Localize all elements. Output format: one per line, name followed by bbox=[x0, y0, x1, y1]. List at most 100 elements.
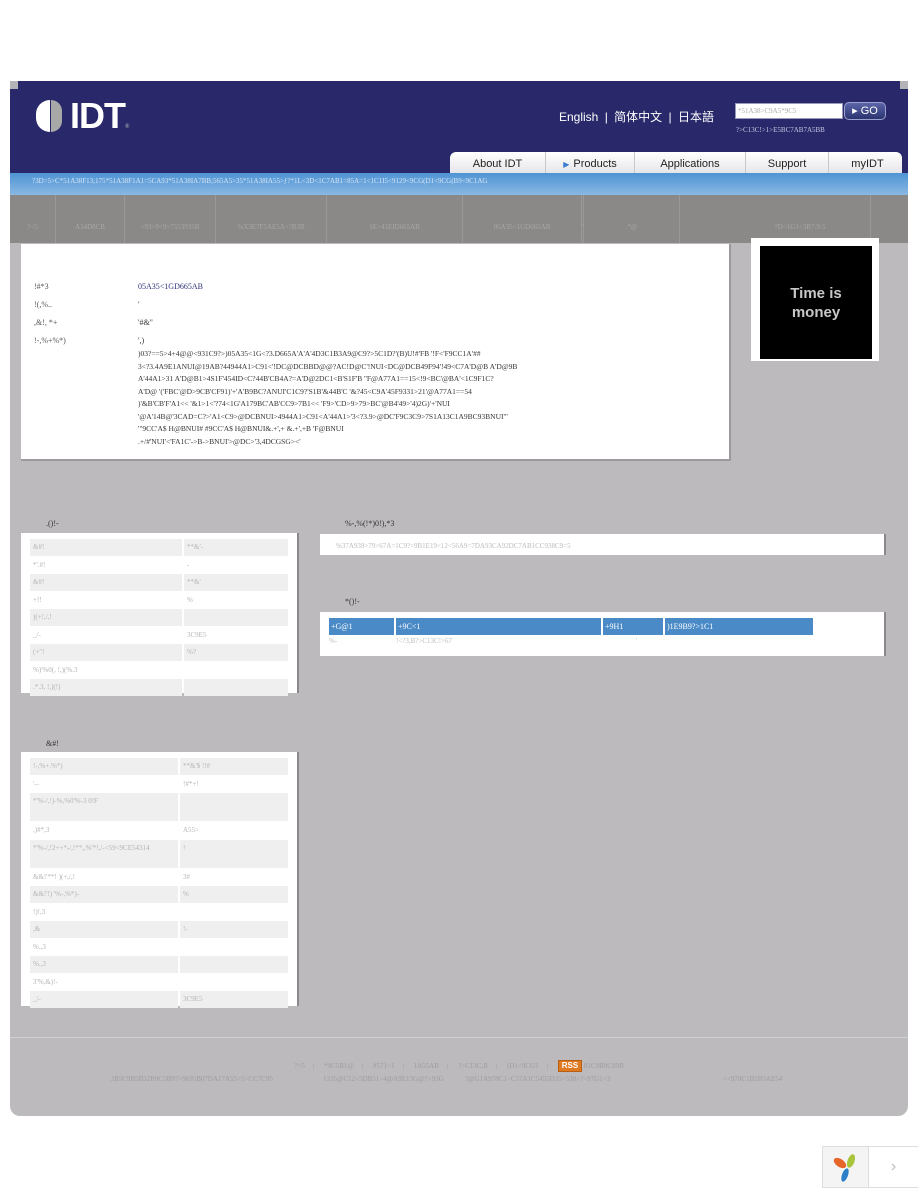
table-cell: ' bbox=[636, 637, 638, 645]
lang-japanese[interactable]: 日本語 bbox=[678, 110, 714, 124]
footer-link[interactable]: 1A55AB bbox=[414, 1062, 439, 1070]
table-row: 3'%,&)!- bbox=[30, 974, 288, 991]
table-row: %.,3 bbox=[30, 939, 288, 956]
spec-value bbox=[180, 974, 288, 991]
table-row: !)!,3 bbox=[30, 904, 288, 921]
spec-value: !- bbox=[180, 921, 288, 938]
spec-value bbox=[184, 609, 288, 626]
spec-label: 3'%,&)!- bbox=[33, 977, 58, 986]
arrow-right-icon: ▶ bbox=[563, 160, 570, 169]
spec-value: 3# bbox=[183, 872, 190, 881]
nav-tab-label: Products bbox=[573, 158, 617, 170]
nav-tab-applications[interactable]: Applications bbox=[635, 152, 746, 173]
subtab[interactable]: %X3E7F5AE5A<?B3B bbox=[216, 195, 327, 243]
nav-tab-label: myIDT bbox=[851, 158, 884, 170]
field-label: !#*3 bbox=[34, 282, 49, 291]
spec-value: % bbox=[187, 595, 193, 604]
field-label: !-,%+%*) bbox=[34, 336, 66, 345]
subtab[interactable]: 05A35<1GD665AB bbox=[463, 195, 582, 243]
spec-label: &&!'!) '%-,%*)- bbox=[30, 886, 178, 903]
spec-label: *'%-/,!2++*-/,!**,,%'*!,/-<59<9CE54314 bbox=[30, 839, 178, 868]
footer-text: ,!B5C9B5B52B9C5B97>9695B07DA17A55>5>CC7C… bbox=[110, 1075, 273, 1083]
subtab[interactable]: <93>9<9>7553935B bbox=[125, 195, 216, 243]
table-cell bbox=[696, 637, 844, 645]
spec-label: _/- bbox=[33, 630, 41, 639]
spec-value: 3C9E5 bbox=[187, 630, 207, 639]
field-label: !(,%.. bbox=[34, 300, 52, 309]
spec-value bbox=[180, 956, 288, 973]
table-row: *'%-/,!2++*-/,!**,,%'*!,/-<59<9CE54314! bbox=[30, 839, 288, 868]
specs-table-2: !-,%+.%*) **&'$ !!# '-- !#*+! *'%-/,!)-%,%0'… bbox=[21, 752, 299, 1008]
main-nav: About IDT ▶ Products Applications Support… bbox=[450, 152, 902, 173]
table-row: .*.3, !,)(!) bbox=[30, 679, 288, 696]
footer-divider bbox=[10, 1037, 908, 1038]
distributor-box: %37A939>79>67A=1C9?>9B1E19<12<56A9=7DA93… bbox=[320, 534, 886, 555]
nav-tab-myidt[interactable]: myIDT bbox=[829, 152, 906, 173]
spec-label: *'.#! bbox=[33, 560, 46, 569]
table-cell[interactable]: !<?3,B?>C13C!>67 bbox=[396, 637, 636, 645]
spec-label: ,& bbox=[30, 921, 178, 938]
next-arrow-button[interactable]: › bbox=[869, 1147, 918, 1187]
spec-value bbox=[180, 793, 288, 821]
corner-decoration bbox=[900, 81, 908, 89]
spec-value bbox=[184, 679, 288, 696]
nav-tab-label: Applications bbox=[660, 158, 720, 170]
table-cell: %- bbox=[329, 637, 338, 645]
lang-separator: | bbox=[604, 110, 608, 124]
specs-table: &#! **&'- *'.#! - &#! **&' +!!%)(+!,/,! _/- 3C9E… bbox=[21, 533, 299, 696]
subtab[interactable]: ?D=1G1<3B7:9:5 bbox=[730, 195, 871, 243]
table-row: &#! **&'- bbox=[30, 539, 288, 556]
field-value: ' bbox=[138, 300, 140, 309]
field-value-link[interactable]: 05A35<1GD665AB bbox=[138, 282, 203, 291]
lang-chinese[interactable]: 简体中文 bbox=[614, 110, 662, 124]
subtab[interactable]: .*@ bbox=[584, 195, 680, 243]
footer-link[interactable]: #571<1 bbox=[373, 1062, 394, 1070]
table-row: &&!'!) '%-,%*)-% bbox=[30, 886, 288, 903]
table-row: *'.#! - bbox=[30, 557, 288, 574]
spec-value: ! bbox=[180, 839, 288, 868]
go-button[interactable]: ▸ GO bbox=[844, 102, 886, 120]
table-row: %)'%0(, !,)(%.3 bbox=[30, 662, 288, 679]
footer-link[interactable]: *9C5B1@ bbox=[324, 1062, 354, 1070]
spec-label: !-,%+.%*) bbox=[30, 758, 178, 775]
product-description: )03?==5>4+4@@<931C9?>)05A35<1G<?3.D665A'… bbox=[138, 349, 518, 446]
table-row: ,)#*,3 A55> bbox=[30, 822, 288, 839]
nav-tab-support[interactable]: Support bbox=[746, 152, 829, 173]
spec-value: 3C9E5 bbox=[180, 991, 288, 1008]
nav-tab-products[interactable]: ▶ Products bbox=[546, 152, 635, 173]
footer-text: ?@G1A978C1>C57A1C5455D35>538>?>97G1>3 bbox=[465, 1075, 611, 1083]
subtab[interactable]: 1E>41EID665AB bbox=[327, 195, 463, 243]
subtab[interactable]: A34D8CB bbox=[56, 195, 125, 243]
footer-links: ?>5 | *9C5B1@ | #571<1 | 1A55AB | ?>C13C,B | … bbox=[294, 1060, 624, 1072]
advanced-search-link[interactable]: ?>C13C!>1>E5BC7AB7A5BB bbox=[736, 126, 825, 134]
promo-banner[interactable]: Time is money bbox=[751, 238, 879, 361]
footer-text: <<978C1B5B5AE54 bbox=[723, 1075, 783, 1083]
column-header: )1E9B9?>1C1 bbox=[665, 618, 813, 635]
rss-link[interactable]: 81C9B9C89B bbox=[584, 1062, 624, 1070]
section-title: %-,%(!*)0!),*3 bbox=[345, 519, 395, 528]
lang-english[interactable]: English bbox=[559, 110, 598, 124]
spec-label: %.,3 bbox=[33, 942, 46, 951]
table-row: +!!% bbox=[30, 592, 288, 609]
table-row: (+"!%? bbox=[30, 644, 288, 661]
lang-separator: | bbox=[668, 110, 672, 124]
spec-label: +!! bbox=[33, 595, 42, 604]
search-input[interactable]: *51A38>C9A5*9C5 bbox=[735, 103, 843, 119]
spec-label: .*.3, !,)(!) bbox=[30, 679, 182, 696]
footer-link[interactable]: (D1<9CG1 bbox=[507, 1062, 539, 1070]
product-info-card: !#*3 05A35<1GD665AB !(,%.. ' ,&!, *+ '#&… bbox=[21, 244, 731, 461]
section-title: *()!- bbox=[345, 597, 360, 606]
nav-tab-about[interactable]: About IDT bbox=[450, 152, 546, 173]
table-row: &#! **&' bbox=[30, 574, 288, 591]
spec-label: ,)#*,3 bbox=[33, 826, 50, 834]
footer-link[interactable]: ?>5 bbox=[294, 1062, 305, 1070]
breadcrumb: ?3D=5>C*51A38F13;175*51A38F1A1=5CA93*51A… bbox=[10, 173, 908, 195]
spec-label: &#! bbox=[30, 539, 182, 556]
footer-link[interactable]: ?>C13C,B bbox=[458, 1062, 488, 1070]
page-frame: IDT ® English | 简体中文 | 日本語 *51A38>C9A5*9… bbox=[10, 81, 908, 1116]
rss-icon[interactable]: RSS bbox=[557, 1060, 583, 1072]
subtab[interactable]: ?<5 bbox=[10, 195, 56, 243]
yii-logo-icon[interactable] bbox=[823, 1147, 869, 1187]
idt-logo[interactable]: IDT ® bbox=[34, 95, 134, 136]
table-row: _/- 3C9E5 bbox=[30, 991, 288, 1008]
